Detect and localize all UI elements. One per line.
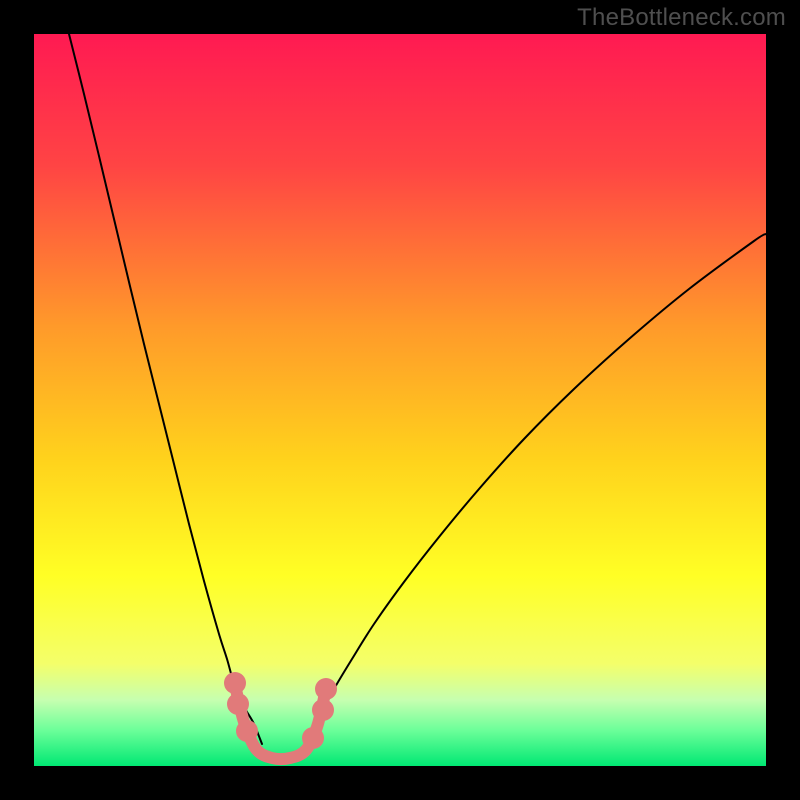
chart-frame: TheBottleneck.com bbox=[0, 0, 800, 800]
plot-area bbox=[34, 34, 766, 766]
plot-svg bbox=[34, 34, 766, 766]
marker-dot bbox=[302, 727, 324, 749]
marker-dot bbox=[224, 672, 246, 694]
marker-dot bbox=[227, 693, 249, 715]
marker-dot bbox=[312, 699, 334, 721]
marker-dot bbox=[236, 720, 258, 742]
marker-dot bbox=[315, 678, 337, 700]
watermark-text: TheBottleneck.com bbox=[577, 4, 786, 32]
chart-background bbox=[34, 34, 766, 766]
